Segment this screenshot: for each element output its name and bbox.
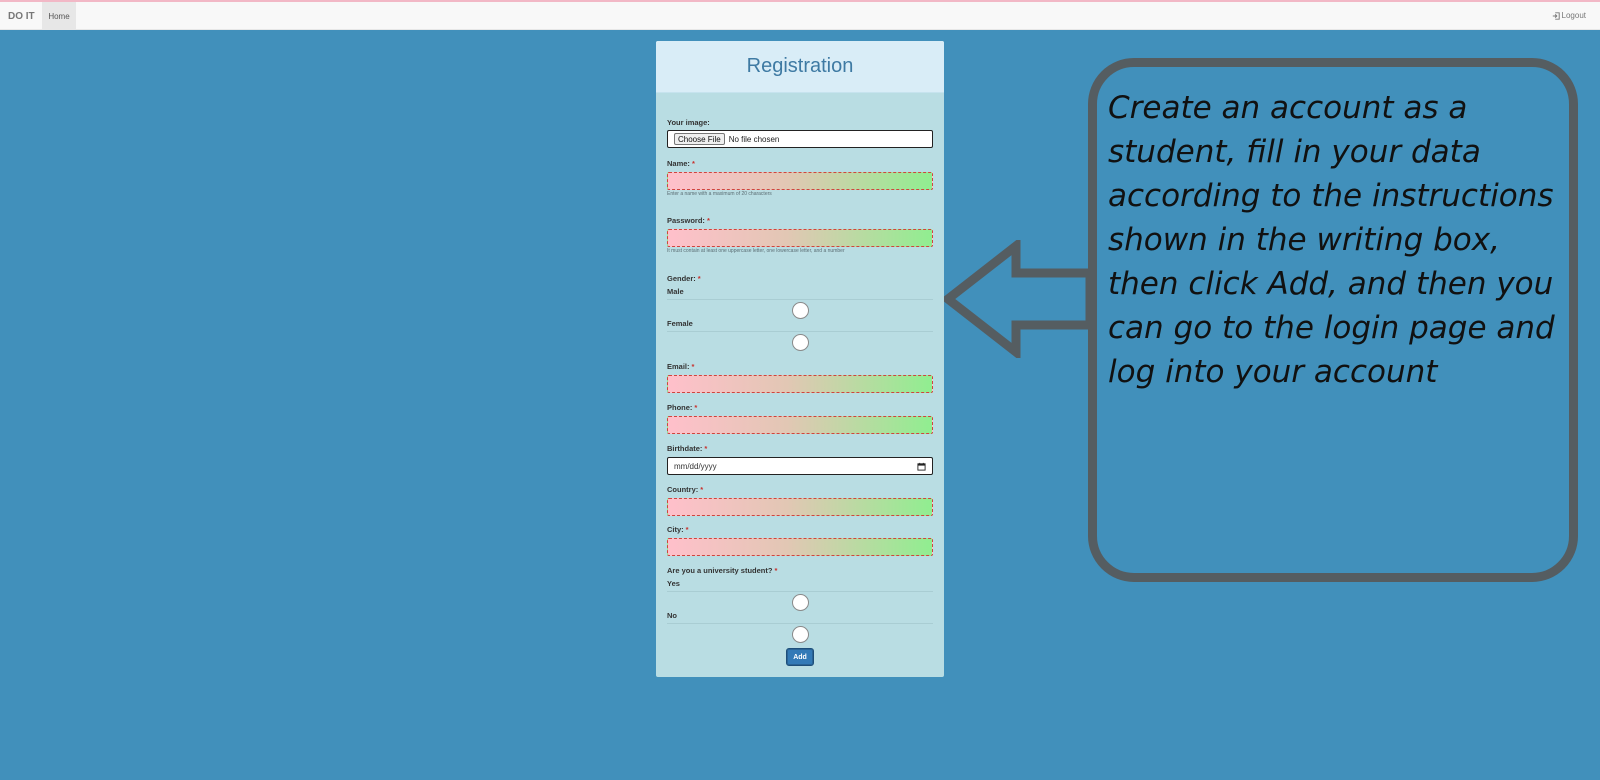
email-label-text: Email: xyxy=(667,362,690,371)
email-field[interactable] xyxy=(667,375,933,393)
image-file-input[interactable]: Choose File No file chosen xyxy=(667,130,933,148)
brand-logo[interactable]: DO IT xyxy=(8,11,35,22)
logout-icon xyxy=(1552,11,1560,20)
name-label: Name: * xyxy=(667,159,695,168)
city-field[interactable] xyxy=(667,538,933,556)
country-label: Country: * xyxy=(667,485,703,494)
name-hint: Enter a name with a maximum of 20 charac… xyxy=(667,191,772,197)
password-label-text: Password: xyxy=(667,216,705,225)
student-option-yes-label: Yes xyxy=(667,579,680,588)
choose-file-button[interactable]: Choose File xyxy=(674,133,725,145)
add-button[interactable]: Add xyxy=(786,648,814,666)
required-mark: * xyxy=(700,485,704,494)
city-label: City: * xyxy=(667,525,689,534)
gender-label: Gender: * xyxy=(667,274,701,283)
logout-label: Logout xyxy=(1561,11,1586,20)
required-mark: * xyxy=(685,525,689,534)
phone-field[interactable] xyxy=(667,416,933,434)
gender-option-male-label: Male xyxy=(667,287,684,296)
gender-option-female-label: Female xyxy=(667,319,693,328)
image-label: Your image: xyxy=(667,118,710,127)
password-label: Password: * xyxy=(667,216,710,225)
birthdate-label: Birthdate: * xyxy=(667,444,707,453)
divider xyxy=(667,623,933,624)
file-status: No file chosen xyxy=(728,134,780,144)
student-label: Are you a university student? * xyxy=(667,566,777,575)
required-mark: * xyxy=(691,159,695,168)
birthdate-input[interactable]: mm/dd/yyyy xyxy=(667,457,933,475)
birthdate-placeholder: mm/dd/yyyy xyxy=(674,461,717,471)
required-mark: * xyxy=(706,216,710,225)
student-no-radio[interactable] xyxy=(792,626,809,643)
required-mark: * xyxy=(694,403,698,412)
left-arrow-icon xyxy=(944,240,1094,358)
divider xyxy=(667,331,933,332)
panel-heading: Registration xyxy=(656,41,944,93)
name-field[interactable] xyxy=(667,172,933,190)
name-label-text: Name: xyxy=(667,159,690,168)
password-field[interactable] xyxy=(667,229,933,247)
country-label-text: Country: xyxy=(667,485,699,494)
top-navbar: DO IT Home Logout xyxy=(0,0,1600,30)
instruction-text: Create an account as a student, fill in … xyxy=(1108,90,1555,390)
logout-link[interactable]: Logout xyxy=(1552,11,1586,20)
gender-female-radio[interactable] xyxy=(792,334,809,351)
page-title: Registration xyxy=(746,55,854,77)
calendar-icon[interactable] xyxy=(917,462,926,471)
student-label-text: Are you a university student? xyxy=(667,566,773,575)
divider xyxy=(667,299,933,300)
gender-label-text: Gender: xyxy=(667,274,696,283)
phone-label-text: Phone: xyxy=(667,403,693,412)
divider xyxy=(667,591,933,592)
student-option-no-label: No xyxy=(667,611,677,620)
student-yes-radio[interactable] xyxy=(792,594,809,611)
registration-panel: Registration Your image: Choose File No … xyxy=(656,41,944,677)
country-field[interactable] xyxy=(667,498,933,516)
phone-label: Phone: * xyxy=(667,403,697,412)
birthdate-label-text: Birthdate: xyxy=(667,444,703,453)
nav-home-link[interactable]: Home xyxy=(42,2,76,30)
password-hint: It must contain at least one uppercase l… xyxy=(667,248,845,254)
city-label-text: City: xyxy=(667,525,684,534)
required-mark: * xyxy=(704,444,708,453)
required-mark: * xyxy=(697,274,701,283)
email-label: Email: * xyxy=(667,362,694,371)
required-mark: * xyxy=(691,362,695,371)
gender-male-radio[interactable] xyxy=(792,302,809,319)
required-mark: * xyxy=(774,566,778,575)
